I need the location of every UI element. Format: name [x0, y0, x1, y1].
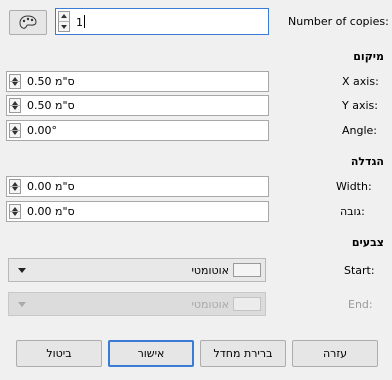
angle-input[interactable]: 0.00° [6, 120, 269, 141]
width-input[interactable]: 0.00 ס"מ [6, 176, 269, 197]
palette-icon [19, 15, 37, 29]
end-color-swatch [233, 297, 261, 311]
x-axis-value: 0.50 ס"מ [27, 75, 75, 88]
height-value: 0.00 ס"מ [27, 205, 75, 218]
chevron-down-icon [18, 302, 26, 307]
x-axis-input[interactable]: 0.50 ס"מ [6, 71, 269, 92]
start-color-dropdown[interactable]: אוטומטי [8, 258, 266, 282]
height-label: גובה: [340, 205, 365, 218]
end-color-value: אוטומטי [191, 298, 229, 311]
x-axis-spin-icon[interactable] [9, 74, 21, 89]
chevron-down-icon [18, 268, 26, 273]
end-color-dropdown: אוטומטי [8, 292, 266, 316]
width-spin-icon[interactable] [9, 179, 21, 194]
y-axis-label: Y axis: [342, 99, 378, 112]
copies-input[interactable]: 1 [55, 8, 269, 35]
start-color-value: אוטומטי [191, 264, 229, 277]
cancel-button[interactable]: ביטול [16, 340, 102, 367]
y-axis-value: 0.50 ס"מ [27, 99, 75, 112]
values-from-selection-button[interactable] [9, 10, 47, 35]
enlargement-heading: הגדלה [350, 155, 384, 168]
reset-button[interactable]: ברירת מחדל [200, 340, 286, 367]
height-input[interactable]: 0.00 ס"מ [6, 201, 269, 222]
start-color-swatch [233, 263, 261, 277]
start-label: Start: [344, 264, 375, 277]
copies-spin-icon[interactable] [58, 11, 70, 32]
placement-heading: מיקום [353, 50, 384, 63]
y-axis-input[interactable]: 0.50 ס"מ [6, 95, 269, 116]
colors-heading: צבעים [351, 236, 384, 249]
help-button[interactable]: עזרה [292, 340, 378, 367]
ok-button[interactable]: אישור [108, 340, 194, 367]
width-value: 0.00 ס"מ [27, 180, 75, 193]
x-axis-label: X axis: [342, 75, 379, 88]
end-label: End: [348, 298, 373, 311]
y-axis-spin-icon[interactable] [9, 98, 21, 113]
angle-spin-icon[interactable] [9, 123, 21, 138]
copies-label: Number of copies: [288, 15, 389, 28]
angle-value: 0.00° [27, 124, 57, 137]
angle-label: Angle: [342, 124, 378, 137]
copies-value: 1 [76, 16, 83, 29]
width-label: Width: [336, 180, 372, 193]
height-spin-icon[interactable] [9, 204, 21, 219]
